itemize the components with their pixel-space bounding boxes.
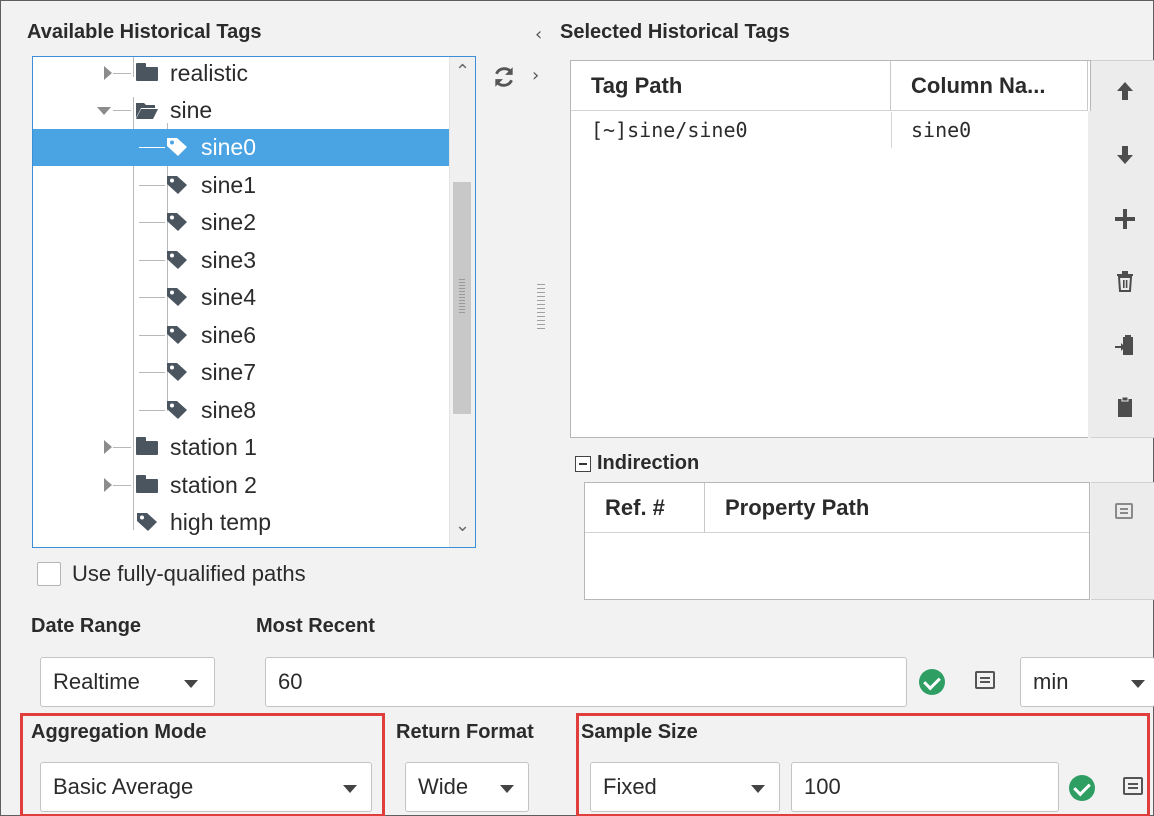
tree-item-label: sine0 (201, 134, 256, 160)
tree-item-label: station 2 (170, 472, 257, 498)
tree-item-label: sine (170, 97, 213, 123)
selected-tags-table[interactable]: Tag Path Column Na... [~]sine/sine0 sine… (570, 60, 1091, 438)
tree-item-label: high temp (170, 509, 272, 535)
selected-tags-title: Selected Historical Tags (560, 21, 790, 43)
tag-path-cell[interactable]: [~]sine/sine0 (591, 118, 748, 142)
collapse-left-icon[interactable]: ‹ (535, 24, 542, 45)
return-format-label: Return Format (396, 721, 534, 743)
valid-check-icon (919, 669, 945, 695)
column-header-column-name[interactable]: Column Na... (891, 61, 1088, 111)
aggregation-mode-highlight (20, 713, 385, 816)
tree-item-sine7[interactable]: sine7 (33, 354, 449, 391)
tree-item-sine2[interactable]: sine2 (33, 204, 449, 241)
move-up-icon[interactable] (1113, 79, 1137, 103)
tree-item-label: sine2 (201, 209, 256, 235)
indirection-toolbar (1091, 482, 1154, 600)
folder-open-icon (136, 103, 158, 119)
tag-tree[interactable]: realistic sine sine0 sine1 sine2 sine3 s… (32, 56, 476, 548)
time-unit-value: min (1033, 669, 1069, 694)
expand-arrow-icon[interactable] (104, 66, 112, 80)
folder-icon (136, 63, 158, 81)
tag-icon (137, 513, 157, 531)
tree-item-realistic[interactable]: realistic (33, 57, 449, 92)
tree-item-label: sine3 (201, 247, 256, 273)
expand-arrow-icon[interactable] (104, 440, 112, 454)
tree-item-label: realistic (170, 60, 248, 86)
folder-icon (136, 437, 158, 455)
date-range-dropdown[interactable]: Realtime (40, 657, 215, 707)
scroll-up-icon[interactable]: ⌃ (455, 61, 470, 82)
tree-item-sine[interactable]: sine (33, 92, 449, 129)
delete-icon[interactable] (1113, 269, 1137, 293)
edit-list-icon[interactable] (1115, 503, 1133, 519)
tag-table-toolbar (1091, 60, 1154, 438)
fully-qualified-label: Use fully-qualified paths (72, 561, 306, 586)
tag-icon (167, 288, 187, 306)
paste-into-icon[interactable] (1113, 333, 1137, 357)
indirection-label: Indirection (597, 452, 700, 474)
tree-item-sine3[interactable]: sine3 (33, 242, 449, 279)
move-down-icon[interactable] (1113, 143, 1137, 167)
tree-item-high-temp[interactable]: high temp (33, 504, 449, 541)
tree-item-label: sine6 (201, 322, 256, 348)
column-header-tag-path[interactable]: Tag Path (571, 61, 891, 111)
sample-size-highlight (576, 713, 1150, 816)
tree-scrollbar-thumb[interactable] (453, 182, 471, 414)
date-range-label: Date Range (31, 615, 142, 637)
indirection-table[interactable]: Ref. # Property Path (584, 482, 1090, 600)
tree-item-station-2[interactable]: station 2 (33, 467, 449, 504)
return-format-value: Wide (418, 774, 469, 799)
splitter-handle[interactable] (537, 284, 545, 334)
add-icon[interactable] (1113, 207, 1137, 231)
expression-editor-icon[interactable] (975, 671, 995, 689)
tree-item-label: sine8 (201, 397, 256, 423)
tag-icon (167, 363, 187, 381)
date-range-value: Realtime (53, 669, 140, 694)
tree-item-label: sine7 (201, 359, 256, 385)
tree-item-sine1[interactable]: sine1 (33, 167, 449, 204)
tree-item-sine6[interactable]: sine6 (33, 317, 449, 354)
clipboard-icon[interactable] (1113, 395, 1137, 419)
refresh-icon[interactable] (491, 64, 517, 90)
tree-item-sine8[interactable]: sine8 (33, 392, 449, 429)
chevron-down-icon (1131, 680, 1145, 688)
most-recent-label: Most Recent (256, 615, 375, 637)
column-header-property-path[interactable]: Property Path (705, 483, 1089, 533)
tree-item-sine4[interactable]: sine4 (33, 279, 449, 316)
most-recent-value: 60 (278, 669, 303, 694)
most-recent-input[interactable]: 60 (265, 657, 907, 707)
tag-icon (167, 326, 187, 344)
column-name-cell[interactable]: sine0 (911, 118, 971, 142)
tag-icon (167, 401, 187, 419)
folder-icon (136, 475, 158, 493)
tree-item-label: station 1 (170, 434, 257, 460)
indirection-collapse-toggle[interactable] (575, 456, 591, 472)
expand-right-icon[interactable]: › (532, 65, 539, 86)
expand-arrow-icon[interactable] (104, 478, 112, 492)
tag-icon (167, 251, 187, 269)
available-tags-title: Available Historical Tags (27, 21, 262, 43)
scroll-down-icon[interactable]: ⌄ (455, 515, 470, 536)
historical-tag-binding-panel: Available Historical Tags realistic sine (0, 0, 1154, 816)
tree-item-label: sine4 (201, 284, 256, 310)
chevron-down-icon (500, 785, 514, 793)
tree-item-sine0[interactable]: sine0 (33, 129, 449, 166)
column-header-ref[interactable]: Ref. # (585, 483, 705, 533)
tag-icon (167, 138, 187, 156)
fully-qualified-checkbox[interactable] (37, 562, 61, 586)
tag-icon (167, 213, 187, 231)
time-unit-dropdown[interactable]: min (1020, 657, 1154, 707)
tree-item-label: sine1 (201, 172, 256, 198)
tree-item-station-1[interactable]: station 1 (33, 429, 449, 466)
tag-icon (167, 176, 187, 194)
collapse-arrow-icon[interactable] (97, 107, 111, 115)
chevron-down-icon (184, 680, 198, 688)
table-row[interactable]: [~]sine/sine0 sine0 (571, 112, 1088, 148)
return-format-dropdown[interactable]: Wide (405, 762, 529, 812)
